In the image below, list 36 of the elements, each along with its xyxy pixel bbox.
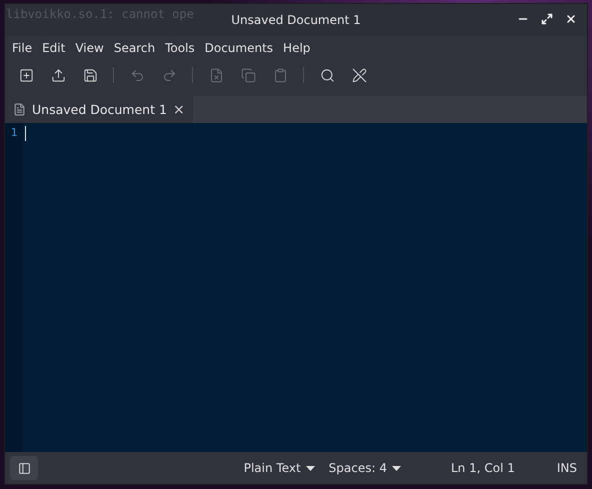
line-number: 1: [10, 126, 18, 139]
clipboard-icon: [272, 68, 288, 82]
document-icon: [13, 103, 26, 116]
expand-arrows-icon: [541, 13, 553, 25]
menu-item[interactable]: Help: [278, 39, 316, 57]
new-document-icon: [18, 68, 34, 82]
document-tab[interactable]: Unsaved Document 1 ×: [5, 96, 193, 123]
tab-close-button[interactable]: ×: [172, 102, 185, 118]
document-x-icon: [208, 68, 224, 82]
tab-label: Unsaved Document 1: [32, 102, 167, 117]
maximize-button[interactable]: [539, 11, 555, 27]
menu-item[interactable]: File: [7, 39, 38, 57]
save-icon: [82, 68, 98, 82]
menu-item[interactable]: Search: [108, 39, 160, 57]
side-panel-icon: [18, 462, 30, 474]
cursor-position: Ln 1, Col 1: [450, 461, 516, 475]
undo-icon: [130, 68, 144, 82]
upload-icon: [50, 68, 66, 82]
language-dropdown[interactable]: Plain Text: [240, 461, 319, 475]
menu-item[interactable]: Tools: [160, 39, 200, 57]
menu-item[interactable]: Documents: [200, 39, 278, 57]
text-cursor: [25, 126, 26, 141]
pen-off-icon: [352, 68, 366, 82]
editor-area[interactable]: 1: [5, 123, 587, 452]
menu-item[interactable]: Edit: [37, 39, 70, 57]
search-icon: [320, 68, 334, 82]
caret-icon: [306, 466, 315, 470]
caret-icon: [392, 466, 401, 470]
copy-icon: [240, 68, 256, 82]
redo-icon: [162, 68, 176, 82]
indent-dropdown[interactable]: Spaces: 4: [324, 461, 405, 475]
insert-mode: INS: [556, 461, 578, 475]
close-icon: [565, 13, 577, 25]
menu-item[interactable]: View: [70, 39, 109, 57]
window-title: Unsaved Document 1: [231, 13, 361, 27]
sidebar-toggle-button[interactable]: [10, 456, 38, 480]
